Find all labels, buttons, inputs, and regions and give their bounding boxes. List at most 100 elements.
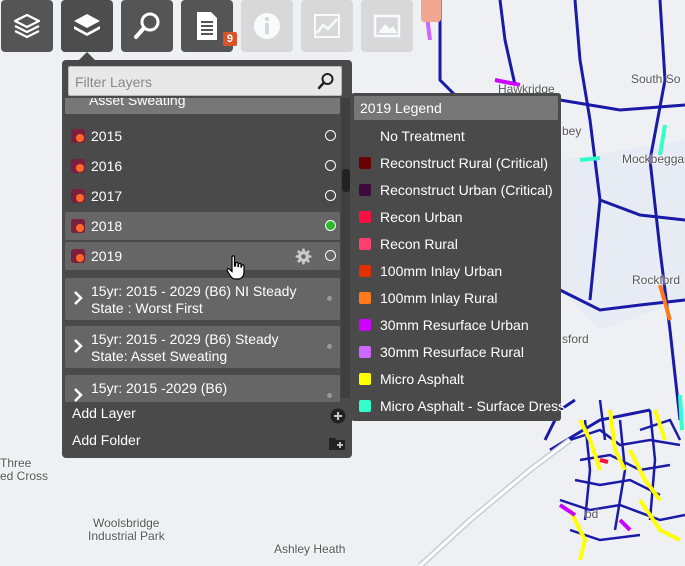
legend-item: No Treatment: [359, 126, 465, 146]
layer-label: 2018: [91, 218, 123, 234]
layers-panel: Asset Sweating 2015 2016 2017 2018 2019: [62, 60, 352, 458]
info-button[interactable]: [241, 0, 293, 52]
layer-type-icon: [71, 129, 85, 143]
place-label: Woolsbridge: [93, 516, 160, 530]
layer-item-2019[interactable]: 2019: [65, 242, 340, 270]
layer-visibility-radio[interactable]: [325, 190, 336, 201]
layer-type-icon: [71, 189, 85, 203]
legend-swatch: [359, 211, 371, 223]
legend-swatch: [359, 319, 371, 331]
filter-box: [68, 66, 342, 97]
layers-panel-button[interactable]: [61, 0, 113, 52]
add-circle-icon: [330, 408, 346, 424]
chevron-right-icon[interactable]: [73, 290, 83, 306]
hand-cursor-icon: [226, 255, 245, 280]
legend-label: No Treatment: [380, 128, 465, 144]
layer-type-icon: [71, 249, 85, 263]
layer-visibility-radio[interactable]: [325, 220, 336, 231]
legend-label: 100mm Inlay Rural: [380, 290, 498, 306]
layer-visibility-radio[interactable]: [325, 160, 336, 171]
reports-button[interactable]: 9: [181, 0, 237, 52]
legend-swatch: [359, 184, 371, 196]
legend-item: 100mm Inlay Urban: [359, 261, 502, 281]
reports-count-badge: 9: [222, 32, 237, 46]
layer-label: 2017: [91, 188, 123, 204]
place-label: Industrial Park: [88, 529, 165, 543]
legend-item: Micro Asphalt - Surface Dress: [359, 396, 565, 416]
legend-item: Reconstruct Urban (Critical): [359, 180, 553, 200]
layer-item-2015[interactable]: 2015: [65, 122, 340, 150]
layer-visibility-radio[interactable]: [325, 130, 336, 141]
place-label: ed Cross: [0, 469, 49, 483]
legend-label: Micro Asphalt - Surface Dress: [380, 398, 566, 414]
legend-label: 30mm Resurface Rural: [380, 344, 524, 360]
chevron-right-icon[interactable]: [73, 338, 83, 354]
layers-icon: [74, 14, 100, 36]
layer-folder-b6[interactable]: 15yr: 2015 -2029 (B6): [65, 375, 340, 402]
legend-swatch: [359, 238, 371, 250]
status-dot: [327, 344, 332, 349]
document-icon: [197, 12, 217, 40]
place-label: bey: [562, 124, 582, 138]
layer-item-2017[interactable]: 2017: [65, 182, 340, 210]
search-icon[interactable]: [317, 72, 335, 90]
layer-type-icon: [71, 159, 85, 173]
add-folder-icon: [329, 438, 345, 450]
place-label: Ashley Heath: [274, 542, 346, 556]
gear-icon[interactable]: [295, 248, 312, 265]
layer-folder-label: 15yr: 2015 -2029 (B6): [91, 380, 228, 396]
filter-layers-input[interactable]: [69, 67, 307, 97]
layer-type-icon: [71, 219, 85, 233]
layers-icon: [13, 13, 41, 39]
legend-item: 30mm Resurface Urban: [359, 315, 529, 335]
legend-swatch: [359, 400, 371, 412]
add-folder-button[interactable]: Add Folder: [72, 432, 345, 454]
legend-panel: 2019 Legend No Treatment Reconstruct Rura…: [351, 93, 565, 421]
layer-label: 2015: [91, 128, 123, 144]
legend-item: Reconstruct Rural (Critical): [359, 153, 548, 173]
legend-label: 30mm Resurface Urban: [380, 317, 529, 333]
legend-item: Micro Asphalt: [359, 369, 464, 389]
chart-button[interactable]: [301, 0, 353, 52]
place-label: Mockbeggar: [622, 152, 685, 166]
chevron-right-icon[interactable]: [73, 387, 83, 402]
search-button[interactable]: [121, 0, 173, 52]
place-label: od: [585, 507, 599, 521]
add-folder-label: Add Folder: [72, 432, 141, 448]
legend-swatch: [359, 157, 371, 169]
layer-folder-label: 15yr: 2015 - 2029 (B6) Steady State: Ass…: [91, 331, 279, 364]
legend-label: Reconstruct Urban (Critical): [380, 182, 553, 198]
legend-swatch: [359, 265, 371, 277]
layer-label: 2016: [91, 158, 123, 174]
layer-list[interactable]: Asset Sweating 2015 2016 2017 2018 2019: [62, 98, 352, 402]
layer-group-partial[interactable]: Asset Sweating: [65, 98, 340, 114]
info-icon: [254, 13, 280, 39]
legend-title: 2019 Legend: [354, 96, 558, 120]
place-label: Rockford: [632, 273, 681, 287]
legend-item: Recon Urban: [359, 207, 463, 227]
add-layer-button[interactable]: Add Layer: [72, 405, 346, 427]
add-layer-label: Add Layer: [72, 405, 136, 421]
layer-folder-steady-state[interactable]: 15yr: 2015 - 2029 (B6) Steady State: Ass…: [65, 326, 340, 368]
layer-visibility-radio[interactable]: [325, 250, 336, 261]
layer-item-2018[interactable]: 2018: [65, 212, 340, 240]
layers-toggle-button[interactable]: [1, 0, 53, 52]
legend-swatch: [359, 373, 371, 385]
legend-swatch: [359, 346, 371, 358]
layer-list-scrollbar[interactable]: [341, 98, 350, 398]
status-dot: [327, 393, 332, 398]
legend-label: Recon Rural: [380, 236, 458, 252]
image-button[interactable]: [361, 0, 413, 52]
place-label: South So: [631, 72, 681, 86]
layer-item-2016[interactable]: 2016: [65, 152, 340, 180]
legend-swatch: [359, 130, 371, 142]
image-icon: [373, 14, 401, 38]
place-label: Three: [0, 456, 32, 470]
layer-group-label: Asset Sweating: [89, 98, 186, 108]
layer-folder-ni-steady-state[interactable]: 15yr: 2015 - 2029 (B6) NI Steady State :…: [65, 278, 340, 320]
legend-swatch: [359, 292, 371, 304]
legend-label: 100mm Inlay Urban: [380, 263, 503, 279]
legend-label: Micro Asphalt: [380, 371, 465, 387]
scrollbar-thumb[interactable]: [342, 169, 350, 192]
notification-tab[interactable]: [421, 0, 441, 22]
